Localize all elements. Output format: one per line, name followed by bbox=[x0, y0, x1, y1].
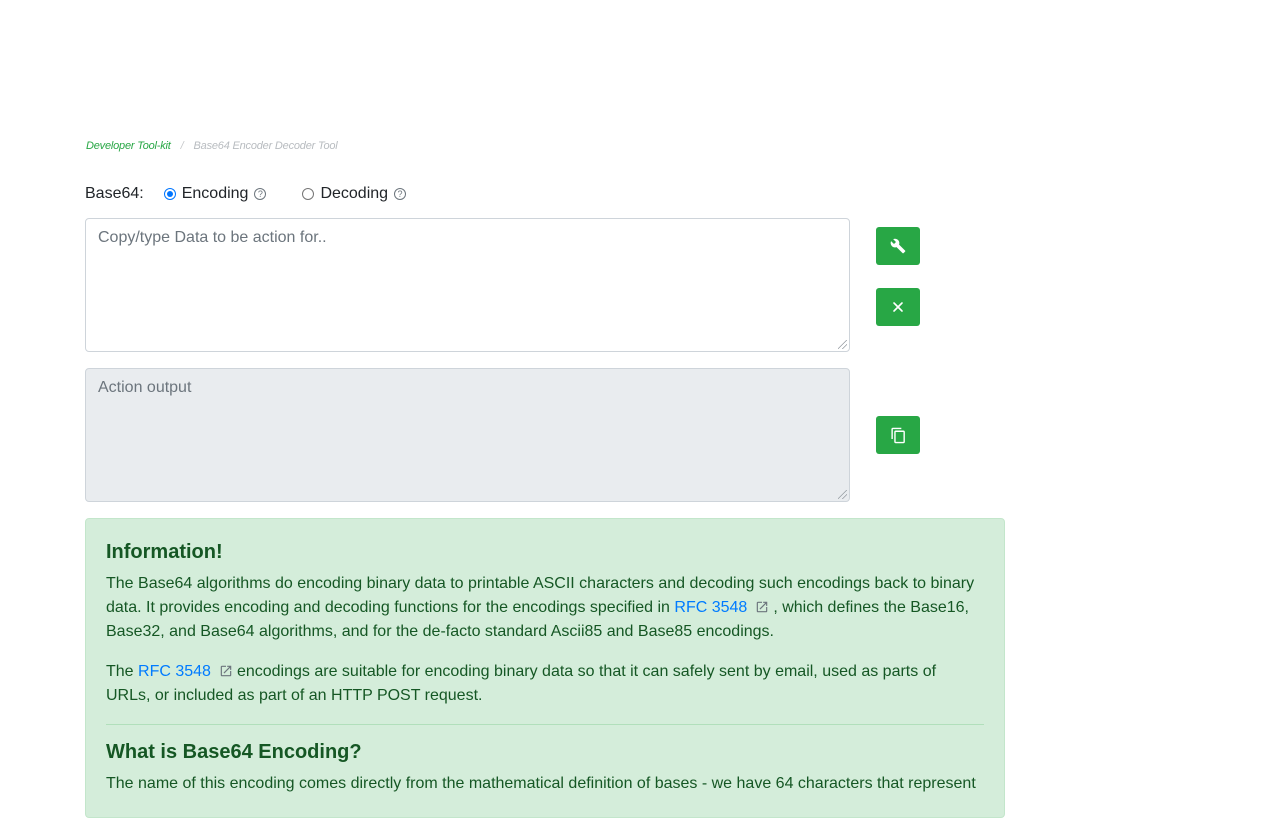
clear-button[interactable] bbox=[876, 288, 920, 326]
rfc-3548-link[interactable]: RFC 3548 bbox=[674, 599, 747, 616]
copy-button[interactable] bbox=[876, 416, 920, 454]
decoding-option[interactable]: Decoding ? bbox=[302, 185, 407, 203]
info-heading-2: What is Base64 Encoding? bbox=[106, 741, 362, 763]
divider bbox=[106, 724, 984, 725]
external-link-icon[interactable] bbox=[219, 664, 233, 678]
run-action-button[interactable] bbox=[876, 227, 920, 265]
breadcrumb-home-link[interactable]: Developer Tool-kit bbox=[86, 140, 171, 152]
rfc-3548-link[interactable]: RFC 3548 bbox=[138, 663, 211, 680]
resize-handle[interactable] bbox=[838, 490, 847, 499]
help-icon[interactable]: ? bbox=[254, 188, 267, 200]
info-paragraph-2: The RFC 3548 encodings are suitable for e… bbox=[106, 660, 984, 708]
decoding-label[interactable]: Decoding bbox=[320, 185, 388, 203]
info-text: The bbox=[106, 663, 134, 680]
resize-handle[interactable] bbox=[838, 340, 847, 349]
help-icon[interactable]: ? bbox=[394, 188, 407, 200]
encoding-label[interactable]: Encoding bbox=[182, 185, 249, 203]
input-placeholder: Copy/type Data to be action for.. bbox=[98, 229, 327, 246]
info-heading: Information! bbox=[106, 541, 223, 563]
breadcrumb-current: Base64 Encoder Decoder Tool bbox=[193, 140, 338, 152]
encoding-radio[interactable] bbox=[163, 188, 176, 200]
output-textarea[interactable]: Action output bbox=[85, 368, 850, 502]
external-link-icon[interactable] bbox=[755, 600, 769, 614]
info-paragraph-1: The Base64 algorithms do encoding binary… bbox=[106, 572, 984, 644]
output-placeholder: Action output bbox=[98, 379, 192, 396]
breadcrumb: Developer Tool-kit / Base64 Encoder Deco… bbox=[86, 140, 338, 152]
wrench-icon bbox=[890, 238, 906, 254]
mode-label: Base64: bbox=[85, 185, 144, 202]
close-icon bbox=[893, 302, 903, 312]
mode-selector: Base64: Encoding ? Decoding ? bbox=[85, 185, 442, 203]
decoding-radio[interactable] bbox=[302, 188, 315, 200]
encoding-option[interactable]: Encoding ? bbox=[163, 185, 267, 203]
input-textarea[interactable]: Copy/type Data to be action for.. bbox=[85, 218, 850, 352]
info-paragraph-3: The name of this encoding comes directly… bbox=[106, 775, 976, 792]
breadcrumb-separator: / bbox=[180, 140, 184, 152]
information-panel: Information! The Base64 algorithms do en… bbox=[85, 518, 1005, 818]
copy-icon bbox=[890, 427, 905, 443]
